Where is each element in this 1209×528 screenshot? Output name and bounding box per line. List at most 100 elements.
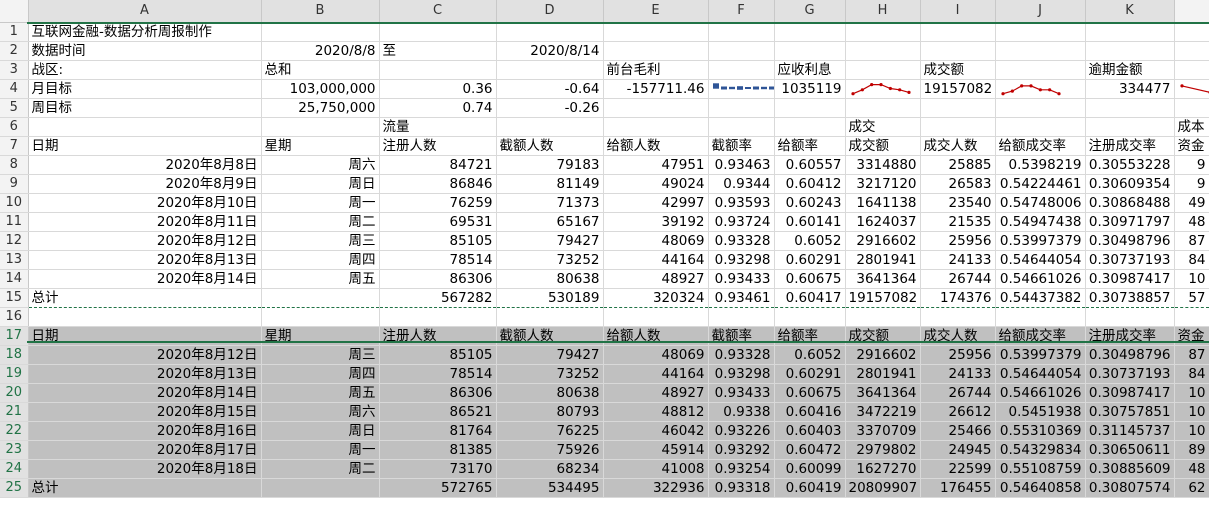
cell-B22[interactable]: 周日	[261, 421, 380, 441]
cell-G5[interactable]	[774, 98, 846, 118]
cell-H23[interactable]: 2979802	[845, 440, 921, 460]
cell-A5[interactable]: 周目标	[28, 98, 262, 118]
cell-E13[interactable]: 44164	[603, 250, 709, 270]
cell-C25[interactable]: 572765	[379, 478, 497, 498]
row-header-4[interactable]: 4	[0, 79, 29, 99]
cell-J12[interactable]: 0.53997379	[995, 231, 1086, 251]
column-header-k[interactable]: K	[1085, 0, 1175, 23]
cell-C15[interactable]: 567282	[379, 288, 497, 308]
cell-A3[interactable]: 战区:	[28, 60, 262, 80]
cell-L10[interactable]: 49	[1174, 193, 1209, 213]
row-header-24[interactable]: 24	[0, 459, 29, 479]
cell-H25[interactable]: 20809907	[845, 478, 921, 498]
row-header-3[interactable]: 3	[0, 60, 29, 80]
column-header-a[interactable]: A	[28, 0, 262, 23]
cell-K1[interactable]	[1085, 22, 1175, 42]
cell-F22[interactable]: 0.93226	[708, 421, 775, 441]
cell-H15[interactable]: 19157082	[845, 288, 921, 308]
cell-B16[interactable]	[261, 307, 380, 327]
row-header-6[interactable]: 6	[0, 117, 29, 137]
cell-D23[interactable]: 75926	[496, 440, 604, 460]
row-header-22[interactable]: 22	[0, 421, 29, 441]
cell-C14[interactable]: 86306	[379, 269, 497, 289]
column-header-i[interactable]: I	[920, 0, 996, 23]
cell-J9[interactable]: 0.54224461	[995, 174, 1086, 194]
cell-B6[interactable]	[261, 117, 380, 137]
cell-H19[interactable]: 2801941	[845, 364, 921, 384]
cell-K4[interactable]: 334477	[1085, 79, 1175, 99]
row-header-18[interactable]: 18	[0, 345, 29, 365]
row-header-2[interactable]: 2	[0, 41, 29, 61]
cell-C11[interactable]: 69531	[379, 212, 497, 232]
column-header-g[interactable]: G	[774, 0, 846, 23]
cell-K6[interactable]	[1085, 117, 1175, 137]
cell-F2[interactable]	[708, 41, 775, 61]
cell-K22[interactable]: 0.31145737	[1085, 421, 1175, 441]
cell-B2[interactable]: 2020/8/8	[261, 41, 380, 61]
cell-E21[interactable]: 48812	[603, 402, 709, 422]
row-header-9[interactable]: 9	[0, 174, 29, 194]
cell-K21[interactable]: 0.30757851	[1085, 402, 1175, 422]
cell-D18[interactable]: 79427	[496, 345, 604, 365]
cell-G6[interactable]	[774, 117, 846, 137]
cell-G25[interactable]: 0.60419	[774, 478, 846, 498]
cell-G10[interactable]: 0.60243	[774, 193, 846, 213]
row-header-19[interactable]: 19	[0, 364, 29, 384]
cell-A6[interactable]	[28, 117, 262, 137]
cell-G24[interactable]: 0.60099	[774, 459, 846, 479]
cell-D22[interactable]: 76225	[496, 421, 604, 441]
cell-I19[interactable]: 24133	[920, 364, 996, 384]
cell-K10[interactable]: 0.30868488	[1085, 193, 1175, 213]
cell-C10[interactable]: 76259	[379, 193, 497, 213]
cell-C3[interactable]	[379, 60, 497, 80]
cell-L20[interactable]: 10	[1174, 383, 1209, 403]
select-all-corner[interactable]	[0, 0, 29, 23]
cell-F21[interactable]: 0.9338	[708, 402, 775, 422]
cell-D24[interactable]: 68234	[496, 459, 604, 479]
sparkline-overdue[interactable]	[1174, 79, 1209, 99]
cell-A18[interactable]: 2020年8月12日	[28, 345, 262, 365]
cell-F12[interactable]: 0.93328	[708, 231, 775, 251]
cell-E10[interactable]: 42997	[603, 193, 709, 213]
cell-F7[interactable]: 截额率	[708, 136, 775, 156]
cell-A21[interactable]: 2020年8月15日	[28, 402, 262, 422]
cell-C13[interactable]: 78514	[379, 250, 497, 270]
cell-C24[interactable]: 73170	[379, 459, 497, 479]
cell-G21[interactable]: 0.60416	[774, 402, 846, 422]
cell-K3[interactable]: 逾期金额	[1085, 60, 1175, 80]
cell-B10[interactable]: 周一	[261, 193, 380, 213]
cell-G9[interactable]: 0.60412	[774, 174, 846, 194]
cell-I23[interactable]: 24945	[920, 440, 996, 460]
cell-E1[interactable]	[603, 22, 709, 42]
column-header-f[interactable]: F	[708, 0, 775, 23]
cell-G19[interactable]: 0.60291	[774, 364, 846, 384]
cell-L16[interactable]	[1174, 307, 1209, 327]
cell-F24[interactable]: 0.93254	[708, 459, 775, 479]
cell-L1[interactable]	[1174, 22, 1209, 42]
cell-J15[interactable]: 0.54437382	[995, 288, 1086, 308]
cell-B12[interactable]: 周三	[261, 231, 380, 251]
cell-J7[interactable]: 给额成交率	[995, 136, 1086, 156]
cell-H6[interactable]: 成交	[845, 117, 921, 137]
cell-B5[interactable]: 25,750,000	[261, 98, 380, 118]
cell-D11[interactable]: 65167	[496, 212, 604, 232]
cell-A11[interactable]: 2020年8月11日	[27, 212, 262, 232]
cell-K20[interactable]: 0.30987417	[1085, 383, 1175, 403]
cell-F10[interactable]: 0.93593	[708, 193, 775, 213]
cell-C16[interactable]	[379, 307, 497, 327]
cell-L15[interactable]: 57	[1174, 288, 1209, 308]
cell-B11[interactable]: 周二	[261, 212, 380, 232]
cell-I18[interactable]: 25956	[920, 345, 996, 365]
cell-I25[interactable]: 176455	[920, 478, 996, 498]
cell-E9[interactable]: 49024	[603, 174, 709, 194]
cell-I22[interactable]: 25466	[920, 421, 996, 441]
cell-J16[interactable]	[995, 307, 1086, 327]
cell-K23[interactable]: 0.30650611	[1085, 440, 1175, 460]
cell-E15[interactable]: 320324	[603, 288, 709, 308]
cell-F6[interactable]	[708, 117, 775, 137]
cell-J22[interactable]: 0.55310369	[995, 421, 1086, 441]
cell-L22[interactable]: 10	[1174, 421, 1209, 441]
column-header-b[interactable]: B	[261, 0, 380, 23]
cell-A12[interactable]: 2020年8月12日	[27, 231, 262, 251]
cell-D16[interactable]	[496, 307, 604, 327]
